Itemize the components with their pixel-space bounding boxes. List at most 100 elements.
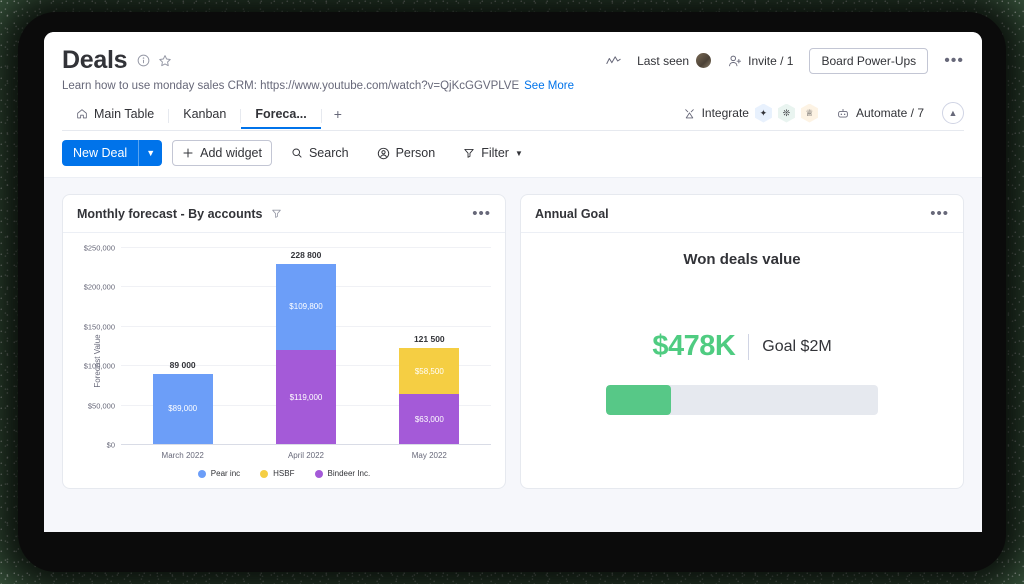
bar-column[interactable]: 228 800 $109,800 $119,000 April 2022 — [275, 247, 336, 460]
app-hex-green-icon[interactable]: ❊ — [777, 103, 795, 123]
annual-goal-menu-button[interactable]: ••• — [930, 206, 949, 221]
x-axis-tick: April 2022 — [287, 451, 324, 460]
automate-label: Automate / 7 — [855, 106, 924, 120]
won-deals-heading: Won deals value — [683, 251, 801, 268]
y-axis-tick: $100,000 — [83, 361, 115, 371]
last-seen-label: Last seen — [637, 53, 690, 68]
annual-goal-body: Won deals value $478K Goal $2M — [521, 233, 963, 488]
star-icon[interactable] — [158, 54, 172, 68]
board-more-menu-button[interactable]: ••• — [944, 52, 964, 69]
bar-column[interactable]: 89 000 $89,000 March 2022 — [152, 247, 213, 460]
person-add-icon — [729, 55, 742, 66]
legend-color-dot — [260, 469, 269, 478]
chart-legend: Pear inc HSBF Bindeer Inc. — [63, 469, 505, 478]
goal-divider — [748, 333, 750, 360]
legend-item[interactable]: Pear inc — [197, 469, 241, 478]
bar-column[interactable]: 121 500 $58,500 $63,000 May 2022 — [399, 247, 460, 460]
app-hex-orange-icon[interactable]: ♕ — [800, 103, 818, 123]
plot-area: $0 $50,000 $100,000 $150,000 $200,000 $250,00… — [84, 244, 491, 460]
annual-goal-widget: Annual Goal ••• Won deals value $478K Go… — [520, 194, 964, 489]
invite-button[interactable]: Invite / 1 — [728, 54, 793, 68]
integrate-button[interactable]: Integrate ✦ ❊ ♕ — [683, 103, 818, 123]
app-hex-blue-icon[interactable]: ✦ — [754, 103, 772, 123]
person-label: Person — [395, 146, 436, 160]
new-deal-button[interactable]: New Deal ▼ — [62, 140, 163, 166]
plus-icon — [183, 148, 193, 158]
bar-segment[interactable]: $109,800 — [275, 263, 336, 351]
chevron-down-icon[interactable]: ▼ — [515, 149, 523, 158]
annual-goal-title: Annual Goal — [535, 206, 609, 221]
person-filter-button[interactable]: Person — [368, 141, 445, 165]
x-axis-tick: March 2022 — [161, 451, 204, 460]
y-axis-tick: $50,000 — [87, 401, 115, 411]
goal-current-value: $478K — [652, 330, 736, 362]
bar-segment[interactable]: $89,000 — [152, 373, 213, 444]
bar-total-label: 228 800 — [290, 249, 322, 260]
bar-chart: Forecast Value $0 $50,000 $100,000 $150,000… — [63, 233, 505, 488]
dashboard: Monthly forecast - By accounts ••• Forec… — [44, 178, 982, 532]
goal-numbers: $478K Goal $2M — [652, 330, 831, 363]
add-widget-button[interactable]: Add widget — [172, 140, 272, 166]
legend-label: HSBF — [273, 469, 295, 478]
invite-label: Invite / 1 — [748, 53, 794, 68]
last-seen-button[interactable]: Last seen — [637, 52, 713, 69]
monthly-forecast-header: Monthly forecast - By accounts ••• — [63, 195, 505, 233]
bar-total-label: 121 500 — [413, 334, 445, 345]
bar-segment[interactable]: $63,000 — [399, 394, 460, 444]
tab-forecast-label: Foreca... — [255, 107, 307, 121]
board-action-bar: New Deal ▼ Add widget Search Person Filt… — [44, 131, 982, 178]
legend-item[interactable]: HSBF — [260, 469, 295, 478]
integrate-label: Integrate — [701, 106, 749, 120]
view-tabs-row: Main Table Kanban Foreca... + Integrate … — [62, 101, 964, 131]
legend-label: Pear inc — [210, 469, 241, 478]
add-widget-label: Add widget — [200, 146, 262, 160]
avatar[interactable] — [695, 52, 713, 69]
info-icon[interactable] — [137, 54, 150, 67]
see-more-link[interactable]: See More — [524, 80, 574, 92]
activity-graph-icon[interactable] — [606, 55, 621, 67]
add-view-button[interactable]: + — [322, 101, 354, 130]
chevron-up-icon[interactable]: ▲ — [942, 102, 964, 124]
legend-item[interactable]: Bindeer Inc. — [314, 469, 371, 478]
y-axis-tick: $0 — [106, 440, 115, 450]
tab-main-table[interactable]: Main Table — [62, 102, 168, 129]
y-axis-tick: $200,000 — [83, 282, 115, 292]
monthly-forecast-body: Forecast Value $0 $50,000 $100,000 $150,000… — [63, 233, 505, 488]
monthly-forecast-title: Monthly forecast - By accounts — [77, 206, 263, 221]
bar-segment[interactable]: $119,000 — [275, 350, 336, 444]
y-axis-tick: $250,000 — [83, 243, 115, 253]
tab-kanban[interactable]: Kanban — [169, 102, 240, 129]
y-axis-label: Forecast Value — [93, 333, 103, 388]
page-title: Deals — [62, 46, 128, 74]
new-deal-label: New Deal — [73, 146, 128, 160]
monthly-forecast-menu-button[interactable]: ••• — [472, 206, 491, 221]
y-axis-tick: $150,000 — [83, 322, 115, 332]
tab-main-table-label: Main Table — [94, 107, 155, 121]
board-header: Deals Last seen Invite / 1 Board Power-U… — [44, 32, 982, 131]
x-axis-tick: May 2022 — [411, 451, 447, 460]
goal-target-value: Goal $2M — [762, 337, 832, 355]
chevron-down-icon[interactable]: ▼ — [138, 140, 162, 166]
tab-forecast[interactable]: Foreca... — [241, 102, 320, 129]
tab-kanban-label: Kanban — [183, 107, 227, 121]
view-tabs-actions: Integrate ✦ ❊ ♕ Automate / 7 ▲ — [683, 102, 964, 130]
legend-label: Bindeer Inc. — [327, 469, 371, 478]
automate-button[interactable]: Automate / 7 — [836, 106, 924, 120]
funnel-icon[interactable] — [271, 208, 282, 219]
integrate-icon — [684, 108, 694, 118]
board-power-ups-button[interactable]: Board Power-Ups — [809, 47, 929, 74]
goal-progress-fill — [606, 385, 671, 415]
legend-color-dot — [197, 469, 206, 478]
home-icon — [77, 109, 87, 119]
gridline: $0 — [107, 441, 491, 450]
board-description-text: Learn how to use monday sales CRM: https… — [62, 80, 520, 92]
title-row: Deals Last seen Invite / 1 Board Power-U… — [62, 46, 964, 75]
search-icon — [292, 148, 302, 158]
bar-total-label: 89 000 — [169, 359, 196, 370]
view-tabs: Main Table Kanban Foreca... + — [62, 101, 354, 130]
goal-progress-track — [606, 385, 878, 415]
bar-segment[interactable]: $58,500 — [399, 348, 460, 395]
filter-button[interactable]: Filter ▼ — [454, 141, 532, 165]
search-button[interactable]: Search — [282, 141, 358, 165]
legend-color-dot — [314, 469, 323, 478]
